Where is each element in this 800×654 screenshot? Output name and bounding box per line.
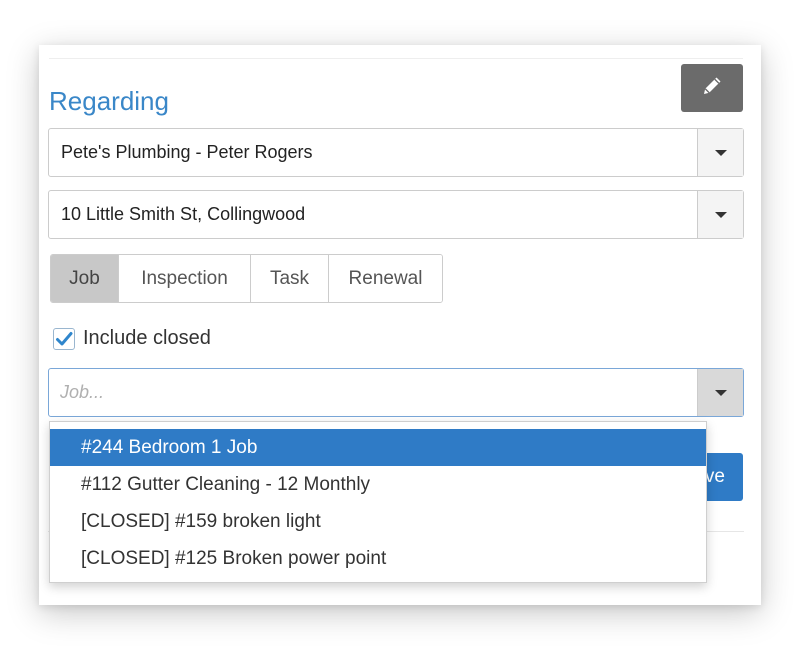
job-options-dropdown: #244 Bedroom 1 Job #112 Gutter Cleaning …: [49, 421, 707, 583]
include-closed-label: Include closed: [83, 327, 211, 349]
include-closed-row: Include closed: [53, 327, 211, 350]
tab-task[interactable]: Task: [250, 255, 328, 302]
job-option[interactable]: #244 Bedroom 1 Job: [50, 429, 706, 466]
tab-inspection[interactable]: Inspection: [118, 255, 250, 302]
job-search-input[interactable]: [50, 370, 690, 415]
pencil-icon: [700, 74, 724, 103]
regarding-panel: Regarding Pete's Plumbing - Peter Rogers…: [39, 45, 761, 605]
caret-down-icon: [714, 149, 727, 156]
job-search-field[interactable]: [48, 368, 744, 417]
section-title: Regarding: [49, 86, 169, 116]
tab-job[interactable]: Job: [51, 255, 118, 302]
property-select-value: 10 Little Smith St, Collingwood: [61, 204, 306, 224]
top-divider: [49, 58, 743, 59]
job-select-toggle[interactable]: [697, 369, 743, 416]
property-select[interactable]: 10 Little Smith St, Collingwood: [48, 190, 744, 239]
edit-button[interactable]: [681, 64, 743, 112]
contact-select[interactable]: Pete's Plumbing - Peter Rogers: [48, 128, 744, 177]
tab-renewal[interactable]: Renewal: [328, 255, 442, 302]
checkmark-icon: [56, 331, 73, 345]
job-option[interactable]: [CLOSED] #159 broken light: [50, 503, 706, 540]
type-tabs: Job Inspection Task Renewal: [50, 254, 443, 303]
caret-down-icon: [714, 211, 727, 218]
include-closed-checkbox[interactable]: [53, 327, 75, 350]
job-option[interactable]: #112 Gutter Cleaning - 12 Monthly: [50, 466, 706, 503]
property-select-toggle[interactable]: [697, 191, 743, 238]
contact-select-toggle[interactable]: [697, 129, 743, 176]
contact-select-value: Pete's Plumbing - Peter Rogers: [61, 142, 313, 162]
caret-down-icon: [714, 389, 727, 396]
job-option[interactable]: [CLOSED] #125 Broken power point: [50, 540, 706, 577]
